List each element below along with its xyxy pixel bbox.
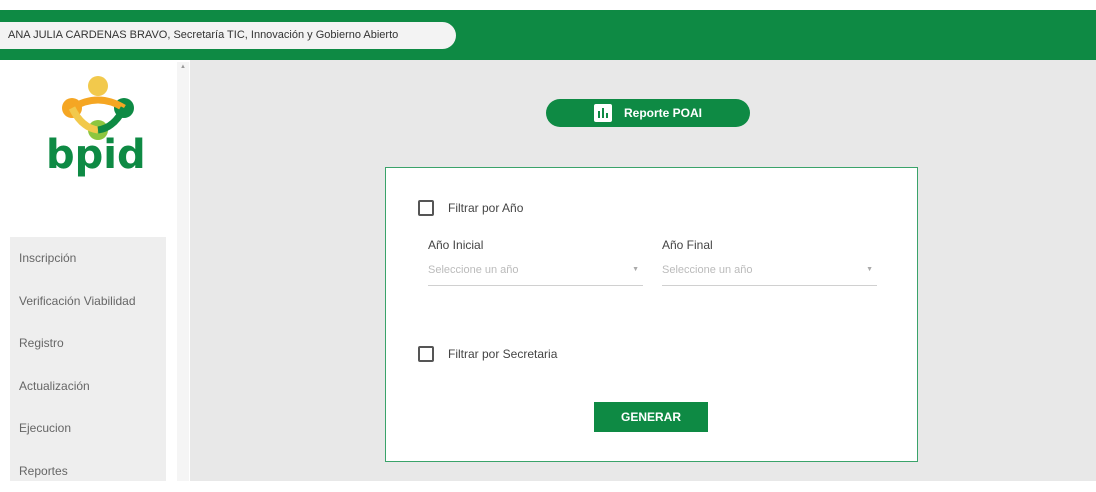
start-year-label: Año Inicial [428, 238, 643, 252]
filter-secretary-checkbox[interactable] [418, 346, 434, 362]
end-year-label: Año Final [662, 238, 877, 252]
sidebar-item-inscripcion[interactable]: Inscripción [10, 237, 166, 280]
chart-icon [594, 104, 612, 122]
end-year-select[interactable]: Seleccione un año ▼ [662, 264, 877, 286]
start-year-field: Año Inicial Seleccione un año ▼ [428, 238, 643, 286]
dropdown-caret-icon: ▼ [632, 266, 639, 273]
logo-emblem [62, 76, 134, 140]
sidebar-item-registro[interactable]: Registro [10, 322, 166, 365]
report-filter-card: Filtrar por Año Año Inicial Seleccione u… [385, 167, 918, 462]
sidebar-item-ejecucion[interactable]: Ejecucion [10, 407, 166, 450]
end-year-field: Año Final Seleccione un año ▼ [662, 238, 877, 286]
filter-year-row[interactable]: Filtrar por Año [418, 200, 523, 216]
sidebar-scrollbar[interactable] [177, 62, 189, 481]
sidebar-menu: Inscripción Verificación Viabilidad Regi… [10, 237, 166, 481]
start-year-select[interactable]: Seleccione un año ▼ [428, 264, 643, 286]
bpid-logo: bpid [42, 74, 152, 186]
sidebar-item-actualizacion[interactable]: Actualización [10, 365, 166, 408]
top-bar: ANA JULIA CARDENAS BRAVO, Secretaría TIC… [0, 10, 1096, 60]
generate-button[interactable]: GENERAR [594, 402, 708, 432]
filter-year-checkbox[interactable] [418, 200, 434, 216]
end-year-placeholder: Seleccione un año [662, 264, 753, 276]
dropdown-caret-icon: ▼ [866, 266, 873, 273]
scroll-up-icon[interactable]: ▲ [180, 64, 186, 70]
filter-year-label: Filtrar por Año [448, 201, 523, 215]
sidebar-item-verificacion-viabilidad[interactable]: Verificación Viabilidad [10, 280, 166, 323]
filter-secretary-row[interactable]: Filtrar por Secretaria [418, 346, 557, 362]
user-info-pill[interactable]: ANA JULIA CARDENAS BRAVO, Secretaría TIC… [0, 22, 456, 49]
report-poai-button[interactable]: Reporte POAI [546, 99, 750, 127]
start-year-placeholder: Seleccione un año [428, 264, 519, 276]
report-poai-label: Reporte POAI [624, 106, 702, 120]
sidebar-item-reportes[interactable]: Reportes [10, 450, 166, 492]
logo-wordmark: bpid [46, 132, 146, 178]
filter-secretary-label: Filtrar por Secretaria [448, 347, 557, 361]
